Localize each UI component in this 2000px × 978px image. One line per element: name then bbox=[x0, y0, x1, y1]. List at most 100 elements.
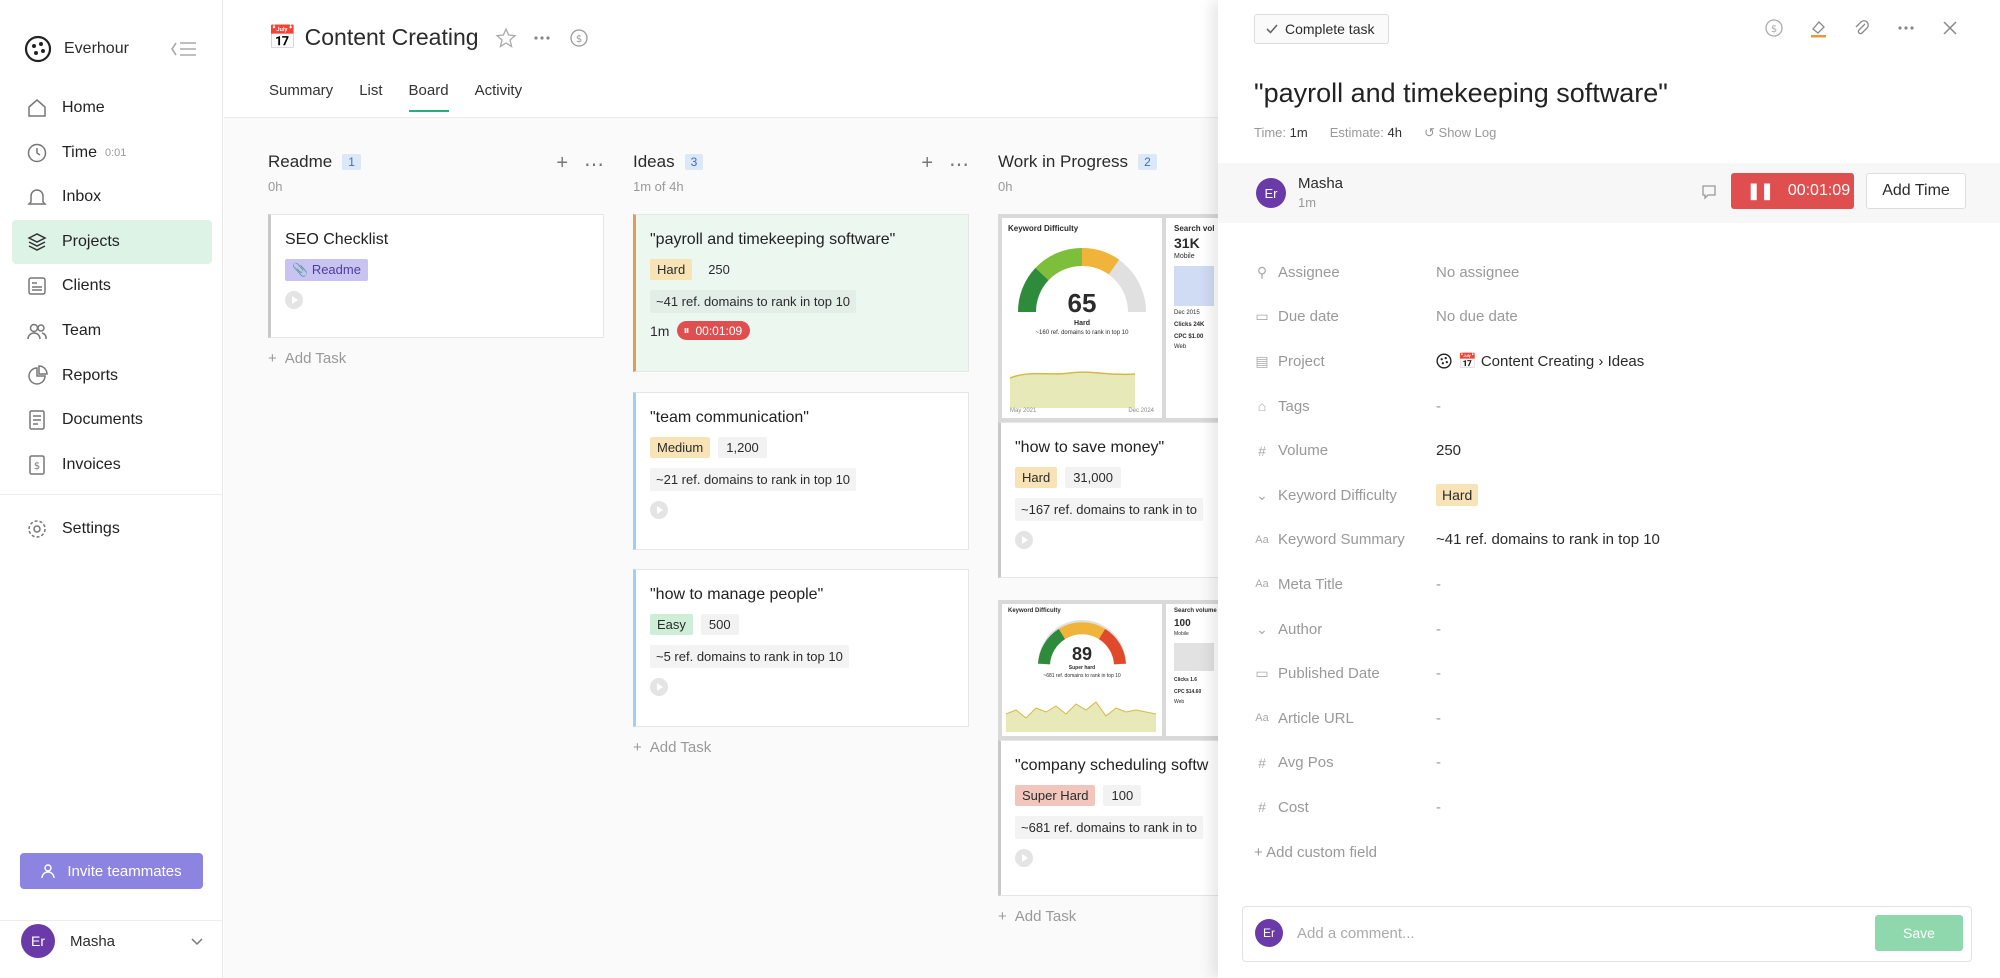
play-timer-icon[interactable] bbox=[1015, 849, 1033, 867]
tab-board[interactable]: Board bbox=[408, 82, 449, 112]
stop-timer-button[interactable]: ❚❚ 00:01:09 bbox=[1731, 173, 1854, 209]
field-value[interactable]: - bbox=[1436, 398, 1441, 415]
project-title-row: 📅 Content Creating $ bbox=[268, 24, 589, 51]
field-value[interactable]: 250 bbox=[1436, 442, 1461, 459]
add-icon[interactable]: + bbox=[556, 152, 568, 177]
volume-value: 250 bbox=[708, 262, 730, 277]
field-row-meta-title[interactable]: Aa Meta Title - bbox=[1254, 562, 1974, 607]
nav-item-home[interactable]: Home bbox=[12, 86, 212, 130]
nav-item-projects[interactable]: Projects bbox=[12, 219, 212, 264]
field-value[interactable]: - bbox=[1436, 576, 1441, 593]
invite-teammates-button[interactable]: Invite teammates bbox=[20, 853, 203, 889]
task-card[interactable]: "team communication" Medium 1,200 ~21 re… bbox=[633, 392, 969, 550]
calendar-icon: ▭ bbox=[1255, 665, 1269, 682]
nav-item-team[interactable]: Team bbox=[12, 309, 212, 353]
task-card[interactable]: SEO Checklist 📎 Readme bbox=[268, 214, 604, 338]
field-value[interactable]: - bbox=[1436, 621, 1441, 638]
keyword-summary: ~5 ref. domains to rank in top 10 bbox=[650, 645, 849, 668]
task-title[interactable]: "payroll and timekeeping software" bbox=[1254, 78, 1668, 109]
project-title[interactable]: Content Creating bbox=[305, 24, 479, 51]
nav-item-reports[interactable]: Reports bbox=[12, 354, 212, 398]
field-row-article-url[interactable]: Aa Article URL - bbox=[1254, 696, 1974, 741]
field-value[interactable]: - bbox=[1436, 710, 1441, 727]
collapse-sidebar-icon[interactable] bbox=[170, 38, 198, 60]
calendar-emoji-icon: 📅 bbox=[268, 24, 297, 50]
play-timer-icon[interactable] bbox=[650, 678, 668, 696]
add-icon[interactable]: + bbox=[921, 152, 933, 177]
field-row-keyword-summary[interactable]: Aa Keyword Summary ~41 ref. domains to ra… bbox=[1254, 518, 1974, 563]
column-count: 2 bbox=[1138, 154, 1157, 170]
field-row-project[interactable]: ▤ Project 📅 Content Creating › Ideas bbox=[1254, 339, 1974, 384]
more-icon[interactable] bbox=[1896, 18, 1916, 38]
play-timer-icon[interactable] bbox=[650, 501, 668, 519]
billing-icon[interactable]: $ bbox=[569, 28, 589, 48]
dropdown-icon: ⌄ bbox=[1256, 486, 1268, 503]
field-row-volume[interactable]: # Volume 250 bbox=[1254, 428, 1974, 473]
volume-value: 31,000 bbox=[1065, 467, 1121, 488]
estimate-meta[interactable]: Estimate: 4h bbox=[1330, 125, 1402, 141]
field-row-due-date[interactable]: ▭ Due date No due date bbox=[1254, 295, 1974, 340]
more-icon[interactable]: ⋯ bbox=[949, 152, 969, 177]
add-task-button[interactable]: + Add Task bbox=[998, 908, 1076, 925]
difficulty-tag: Medium bbox=[650, 437, 711, 458]
tab-activity[interactable]: Activity bbox=[475, 82, 523, 112]
add-task-button[interactable]: + Add Task bbox=[633, 739, 711, 756]
nav-item-clients[interactable]: Clients bbox=[12, 264, 212, 308]
play-timer-icon[interactable] bbox=[285, 291, 303, 309]
comment-input[interactable]: Add a comment... bbox=[1297, 925, 1415, 942]
add-task-button[interactable]: + Add Task bbox=[268, 350, 346, 367]
brand[interactable]: Everhour bbox=[24, 34, 129, 64]
clock-icon bbox=[27, 143, 47, 162]
tab-list[interactable]: List bbox=[359, 82, 382, 112]
save-comment-button[interactable]: Save bbox=[1875, 915, 1963, 951]
field-value[interactable]: Hard bbox=[1436, 483, 1479, 506]
nav-item-invoices[interactable]: $ Invoices bbox=[12, 443, 212, 487]
field-row-published-date[interactable]: ▭ Published Date - bbox=[1254, 651, 1974, 696]
field-row-keyword-difficulty[interactable]: ⌄ Keyword Difficulty Hard bbox=[1254, 473, 1974, 518]
play-timer-icon[interactable] bbox=[1015, 531, 1033, 549]
task-card[interactable]: "how to manage people" Easy 500 ~5 ref. … bbox=[633, 569, 969, 727]
time-label: Time: bbox=[1254, 125, 1287, 140]
field-label-text: Avg Pos bbox=[1278, 754, 1334, 772]
nav-item-inbox[interactable]: Inbox bbox=[12, 175, 212, 219]
field-value[interactable]: ~41 ref. domains to rank in top 10 bbox=[1436, 531, 1660, 548]
more-icon[interactable]: ⋯ bbox=[584, 152, 604, 177]
tab-summary[interactable]: Summary bbox=[269, 82, 333, 112]
field-value[interactable]: - bbox=[1436, 665, 1441, 682]
field-value[interactable]: No assignee bbox=[1436, 264, 1519, 281]
close-icon[interactable] bbox=[1940, 18, 1960, 38]
field-label: # Cost bbox=[1254, 799, 1436, 816]
nav-item-settings[interactable]: Settings bbox=[12, 507, 212, 551]
comment-icon[interactable] bbox=[1700, 183, 1718, 201]
user-menu[interactable]: Er Masha bbox=[0, 920, 223, 978]
field-value[interactable]: No due date bbox=[1436, 308, 1518, 325]
gear-icon bbox=[28, 520, 46, 538]
panel-toolbar: $ bbox=[1764, 18, 1960, 38]
add-time-button[interactable]: Add Time bbox=[1866, 173, 1966, 209]
field-value[interactable]: - bbox=[1436, 754, 1441, 771]
person-icon: ⚲ bbox=[1256, 263, 1268, 280]
nav-item-documents[interactable]: Documents bbox=[12, 398, 212, 442]
nav-item-time[interactable]: Time 0:01 bbox=[12, 131, 212, 175]
field-row-avg-pos[interactable]: # Avg Pos - bbox=[1254, 741, 1974, 786]
field-label-text: Cost bbox=[1278, 798, 1309, 816]
color-fill-icon[interactable] bbox=[1808, 18, 1828, 38]
field-value[interactable]: - bbox=[1436, 799, 1441, 816]
add-custom-field-button[interactable]: + Add custom field bbox=[1254, 830, 1974, 875]
field-row-tags[interactable]: ⌂ Tags - bbox=[1254, 384, 1974, 429]
field-value[interactable]: 📅 Content Creating › Ideas bbox=[1436, 352, 1644, 370]
field-row-assignee[interactable]: ⚲ Assignee No assignee bbox=[1254, 250, 1974, 295]
star-icon[interactable] bbox=[494, 26, 517, 49]
billing-icon[interactable]: $ bbox=[1764, 18, 1784, 38]
field-row-author[interactable]: ⌄ Author - bbox=[1254, 607, 1974, 652]
show-log-link[interactable]: ↺ Show Log bbox=[1424, 125, 1496, 141]
more-icon[interactable] bbox=[531, 27, 553, 49]
main-nav: Home Time 0:01 Inbox Projects Clients Te… bbox=[12, 86, 212, 487]
paperclip-icon[interactable] bbox=[1852, 18, 1872, 38]
complete-task-button[interactable]: Complete task bbox=[1254, 14, 1390, 44]
estimate-label: Estimate: bbox=[1329, 125, 1384, 140]
task-card-active[interactable]: "payroll and timekeeping software" Hard … bbox=[633, 214, 969, 372]
running-timer-badge[interactable]: ⏸ 00:01:09 bbox=[677, 321, 751, 340]
field-row-cost[interactable]: # Cost - bbox=[1254, 785, 1974, 830]
chevron-down-icon bbox=[191, 938, 203, 946]
